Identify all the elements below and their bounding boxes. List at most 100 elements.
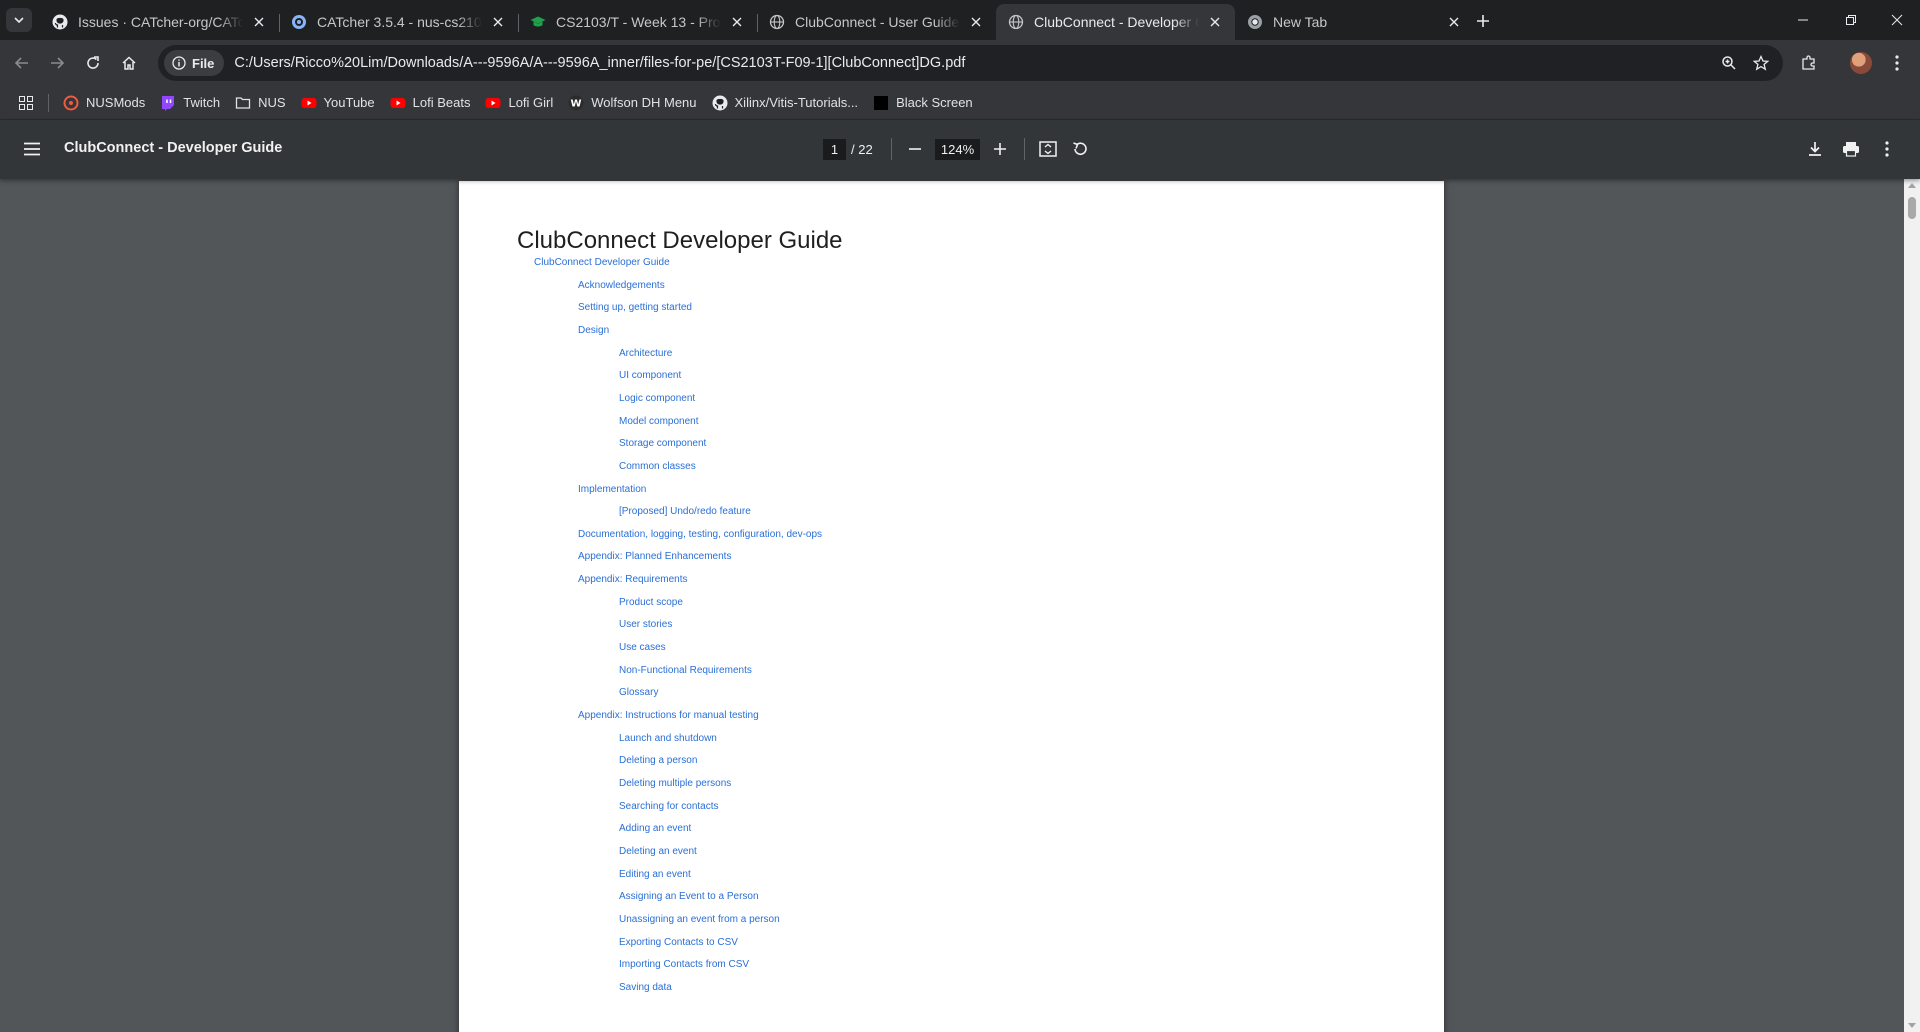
- youtube-icon: [485, 95, 501, 111]
- toc-link[interactable]: Storage component: [619, 438, 706, 449]
- toc-link[interactable]: Product scope: [619, 597, 683, 608]
- toc-link[interactable]: Saving data: [619, 982, 672, 993]
- site-info-chip[interactable]: File: [164, 50, 225, 76]
- tab-close-icon[interactable]: [966, 12, 986, 32]
- scrollbar-thumb[interactable]: [1908, 197, 1916, 219]
- toc-link[interactable]: Non-Functional Requirements: [619, 665, 752, 676]
- toc-link[interactable]: User stories: [619, 619, 672, 630]
- address-bar[interactable]: File C:/Users/Ricco%20Lim/Downloads/A---…: [158, 45, 1783, 81]
- toc-link[interactable]: Deleting an event: [619, 846, 697, 857]
- toc-link[interactable]: Common classes: [619, 461, 696, 472]
- tab[interactable]: Issues · CATcher-org/CATcher: [40, 4, 279, 40]
- bookmark-item[interactable]: Twitch: [154, 89, 229, 117]
- github-icon: [52, 14, 68, 30]
- forward-button[interactable]: [43, 49, 71, 77]
- bookmark-star-button[interactable]: [1747, 49, 1775, 77]
- toc-link[interactable]: Adding an event: [619, 823, 691, 834]
- zoom-in-button[interactable]: [986, 135, 1014, 163]
- tab-close-icon[interactable]: [1444, 12, 1464, 32]
- tab-close-icon[interactable]: [488, 12, 508, 32]
- tab-active[interactable]: ClubConnect - Developer Guide: [996, 4, 1235, 40]
- page-number-input[interactable]: 1: [823, 139, 846, 160]
- toc-link[interactable]: Deleting multiple persons: [619, 778, 731, 789]
- fit-to-page-button[interactable]: [1034, 135, 1062, 163]
- pdf-sidebar-toggle[interactable]: [18, 135, 46, 163]
- toc-link[interactable]: Logic component: [619, 393, 695, 404]
- toc-link[interactable]: Exporting Contacts to CSV: [619, 937, 738, 948]
- tab[interactable]: CATcher 3.5.4 - nus-cs2103-AY2: [279, 4, 518, 40]
- profile-button[interactable]: [1847, 49, 1875, 77]
- bookmark-item[interactable]: Lofi Girl: [479, 89, 562, 117]
- scrollbar[interactable]: [1904, 179, 1920, 1032]
- bookmark-label: Twitch: [183, 95, 221, 110]
- tab[interactable]: ClubConnect - User Guide: [757, 4, 996, 40]
- reload-button[interactable]: [79, 49, 107, 77]
- url-text[interactable]: C:/Users/Ricco%20Lim/Downloads/A---9596A…: [234, 55, 1715, 71]
- zoom-out-button[interactable]: [901, 135, 929, 163]
- toc-link[interactable]: Unassigning an event from a person: [619, 914, 780, 925]
- zoom-level-input[interactable]: 124%: [935, 139, 980, 160]
- toc-link[interactable]: Documentation, logging, testing, configu…: [578, 529, 822, 540]
- bookmark-item[interactable]: NUS: [229, 89, 294, 117]
- toc-link[interactable]: Design: [578, 325, 609, 336]
- github-icon: [712, 95, 728, 111]
- zoom-indicator-button[interactable]: [1715, 49, 1743, 77]
- scroll-down-arrow-icon[interactable]: [1908, 1023, 1916, 1028]
- toc-link[interactable]: Appendix: Requirements: [578, 574, 688, 585]
- bookmark-item[interactable]: W Wolfson DH Menu: [562, 89, 705, 117]
- tab[interactable]: New Tab: [1235, 4, 1474, 40]
- download-button[interactable]: [1801, 135, 1829, 163]
- bookmark-item[interactable]: Black Screen: [867, 89, 982, 117]
- print-button[interactable]: [1837, 135, 1865, 163]
- toc-link[interactable]: Implementation: [578, 484, 646, 495]
- tab-search-button[interactable]: [6, 8, 32, 32]
- tab-title: ClubConnect - Developer Guide: [1034, 14, 1199, 30]
- bookmark-item[interactable]: Xilinx/Vitis-Tutorials...: [706, 89, 868, 117]
- close-window-button[interactable]: [1872, 0, 1920, 40]
- back-button[interactable]: [8, 49, 36, 77]
- toc-link[interactable]: [Proposed] Undo/redo feature: [619, 506, 751, 517]
- bookmark-item[interactable]: NUSMods: [57, 89, 154, 117]
- toc-link[interactable]: Assigning an Event to a Person: [619, 891, 759, 902]
- tab-title: New Tab: [1273, 14, 1328, 30]
- toc-link[interactable]: Glossary: [619, 687, 658, 698]
- toc-link[interactable]: ClubConnect Developer Guide: [534, 257, 670, 268]
- toc-link[interactable]: Deleting a person: [619, 755, 697, 766]
- tab[interactable]: CS2103/T - Week 13 - Project: [518, 4, 757, 40]
- toc-link[interactable]: Appendix: Instructions for manual testin…: [578, 710, 759, 721]
- apps-button[interactable]: [12, 89, 40, 117]
- toc-link[interactable]: Use cases: [619, 642, 666, 653]
- toc-link[interactable]: Appendix: Planned Enhancements: [578, 551, 731, 562]
- tab-close-icon[interactable]: [727, 12, 747, 32]
- pdf-more-options-button[interactable]: [1873, 135, 1901, 163]
- rotate-button[interactable]: [1066, 135, 1094, 163]
- bookmark-item[interactable]: YouTube: [295, 89, 384, 117]
- toc-link[interactable]: UI component: [619, 370, 681, 381]
- fit-page-icon: [1039, 141, 1057, 157]
- w-icon: W: [568, 95, 584, 111]
- toc-link[interactable]: Setting up, getting started: [578, 302, 692, 313]
- tab-close-icon[interactable]: [1205, 12, 1225, 32]
- toc-link[interactable]: Architecture: [619, 348, 672, 359]
- bookmarks-bar: NUSMods Twitch NUS YouTube Lofi Beats Lofi Gi…: [0, 86, 1920, 120]
- toc-link[interactable]: Importing Contacts from CSV: [619, 959, 749, 970]
- pdf-viewer[interactable]: ClubConnect Developer Guide ClubConnect …: [0, 179, 1920, 1032]
- browser-toolbar: File C:/Users/Ricco%20Lim/Downloads/A---…: [0, 40, 1920, 86]
- extensions-button[interactable]: [1795, 49, 1823, 77]
- bookmark-label: YouTube: [323, 95, 375, 110]
- toc-link[interactable]: Editing an event: [619, 869, 691, 880]
- youtube-icon: [390, 95, 406, 111]
- new-tab-button[interactable]: [1470, 8, 1496, 34]
- minimize-button[interactable]: [1778, 0, 1828, 40]
- browser-menu-button[interactable]: [1883, 49, 1911, 77]
- toc-link[interactable]: Acknowledgements: [578, 280, 665, 291]
- bookmark-item[interactable]: Lofi Beats: [384, 89, 480, 117]
- scroll-up-arrow-icon[interactable]: [1908, 183, 1916, 188]
- toc-link[interactable]: Model component: [619, 416, 699, 427]
- tab-close-icon[interactable]: [249, 12, 269, 32]
- toc-link[interactable]: Searching for contacts: [619, 801, 719, 812]
- home-button[interactable]: [115, 49, 143, 77]
- hamburger-menu-icon: [24, 142, 40, 156]
- restore-button[interactable]: [1826, 0, 1876, 40]
- toc-link[interactable]: Launch and shutdown: [619, 733, 717, 744]
